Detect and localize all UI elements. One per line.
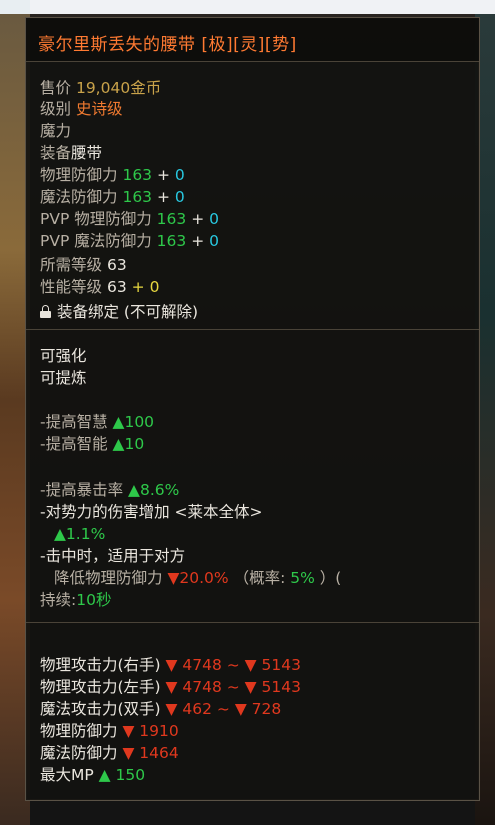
bonus-label: -提高暴击率	[40, 481, 124, 499]
stat-base: 163	[156, 232, 187, 250]
compare-label: 物理攻击力(左手)	[40, 678, 161, 696]
stat-label: 物理防御力	[40, 166, 118, 184]
bonus-value: ▲1.1%	[54, 525, 106, 543]
stat-plus: +	[156, 166, 170, 184]
req-level-label: 所需等级	[40, 256, 103, 274]
compare-value: ▼ 4748 ~ ▼ 5143	[165, 678, 301, 696]
compare-row: 物理防御力 ▼ 1910	[40, 721, 179, 741]
bonus-duration: 持续:10秒	[40, 590, 111, 610]
bonus-value: ▲8.6%	[128, 481, 180, 499]
equip-label: 装备	[40, 144, 72, 162]
compare-row: 物理攻击力(右手) ▼ 4748 ~ ▼ 5143	[40, 655, 301, 675]
bonus-label: -对势力的伤害增加	[40, 503, 170, 521]
compare-label: 物理攻击力(右手)	[40, 656, 161, 674]
bonus-label: -击中时，适用于对方	[40, 547, 186, 565]
price-row: 售价 19,040金币	[40, 78, 161, 98]
compare-row: 魔法攻击力(双手) ▼ 462 ~ ▼ 728	[40, 699, 281, 719]
compare-label: 物理防御力	[40, 722, 118, 740]
stat-bonus: 0	[209, 232, 220, 250]
item-name: 豪尔里斯丢失的腰带 [极][灵][势]	[38, 35, 297, 55]
compare-label: 魔法攻击力(双手)	[40, 700, 161, 718]
equip-row: 装备腰带	[40, 143, 102, 163]
grade-label: 级别	[40, 100, 72, 118]
perf-level-value: 63	[106, 278, 127, 296]
divider	[26, 329, 479, 330]
perf-level-row: 性能等级 63 + 0	[40, 277, 159, 297]
compare-value: ▲ 150	[98, 766, 146, 784]
stat-row: PVP 魔法防御力 163 + 0	[40, 231, 219, 251]
grade-row: 级别 史诗级	[40, 99, 122, 119]
grade-value: 史诗级	[75, 100, 123, 118]
item-tooltip: 豪尔里斯丢失的腰带 [极][灵][势] 售价 19,040金币 级别 史诗级 魔…	[25, 17, 480, 801]
bonus-intel: -提高智能 ▲10	[40, 434, 144, 454]
chance-close: ）(	[319, 569, 342, 587]
duration-value: 10秒	[76, 591, 112, 609]
type-row: 魔力	[40, 122, 72, 140]
stat-plus: +	[191, 210, 205, 228]
compare-row: 物理攻击力(左手) ▼ 4748 ~ ▼ 5143	[40, 677, 301, 697]
req-level-row: 所需等级 63	[40, 255, 127, 275]
chance-open: （概率:	[233, 569, 286, 587]
lock-icon	[40, 305, 51, 318]
stat-row: 魔法防御力 163 + 0	[40, 187, 185, 207]
price-label: 售价	[40, 79, 72, 97]
stat-row: 物理防御力 163 + 0	[40, 165, 185, 185]
stat-bonus: 0	[209, 210, 220, 228]
stat-bonus: 0	[174, 166, 185, 184]
duration-label: 持续:	[40, 591, 77, 609]
tooltip-title-bar: 豪尔里斯丢失的腰带 [极][灵][势]	[26, 18, 479, 62]
stat-row: PVP 物理防御力 163 + 0	[40, 209, 219, 229]
bonus-label: -提高智慧	[40, 413, 108, 431]
stat-label: 魔法防御力	[40, 188, 118, 206]
equip-value: 腰带	[71, 144, 103, 162]
perf-level-bonus: 0	[149, 278, 160, 296]
bonus-value: ▲100	[112, 413, 155, 431]
req-level-value: 63	[106, 256, 127, 274]
effect-label: 降低物理防御力	[54, 569, 163, 587]
bonus-onhit: -击中时，适用于对方	[40, 546, 185, 566]
faction-target: <莱本全体>	[174, 503, 263, 521]
compare-value: ▼ 1910	[122, 722, 179, 740]
perf-level-plus: +	[131, 278, 145, 296]
bonus-label: -提高智能	[40, 435, 108, 453]
bind-text: 装备绑定 (不可解除)	[57, 303, 199, 321]
bonus-onhit-effect: 降低物理防御力 ▼20.0% （概率: 5% ）(	[54, 568, 341, 588]
flag-refine: 可提炼	[40, 369, 87, 387]
compare-row: 魔法防御力 ▼ 1464	[40, 743, 179, 763]
bind-row: 装备绑定 (不可解除)	[40, 302, 198, 322]
compare-label: 魔法防御力	[40, 744, 118, 762]
bonus-crit: -提高暴击率 ▲8.6%	[40, 480, 179, 500]
stat-plus: +	[191, 232, 205, 250]
price-value: 19,040金币	[75, 79, 162, 97]
stat-label: PVP 魔法防御力	[40, 232, 152, 250]
bonus-wisdom: -提高智慧 ▲100	[40, 412, 154, 432]
stat-bonus: 0	[174, 188, 185, 206]
compare-row: 最大MP ▲ 150	[40, 765, 145, 785]
stat-plus: +	[156, 188, 170, 206]
compare-value: ▼ 4748 ~ ▼ 5143	[165, 656, 301, 674]
bonus-faction-value: ▲1.1%	[54, 524, 105, 544]
window-top-strip	[0, 0, 495, 14]
effect-value: ▼20.0%	[167, 569, 229, 587]
stat-base: 163	[156, 210, 187, 228]
divider	[26, 622, 479, 623]
perf-level-label: 性能等级	[40, 278, 103, 296]
compare-label: 最大MP	[40, 766, 94, 784]
stat-base: 163	[122, 188, 153, 206]
stat-label: PVP 物理防御力	[40, 210, 152, 228]
compare-value: ▼ 462 ~ ▼ 728	[165, 700, 282, 718]
chance-value: 5%	[290, 569, 315, 587]
flag-enhance: 可强化	[40, 347, 87, 365]
compare-value: ▼ 1464	[122, 744, 179, 762]
bonus-value: ▲10	[112, 435, 145, 453]
bonus-faction: -对势力的伤害增加 <莱本全体>	[40, 502, 263, 522]
stat-base: 163	[122, 166, 153, 184]
